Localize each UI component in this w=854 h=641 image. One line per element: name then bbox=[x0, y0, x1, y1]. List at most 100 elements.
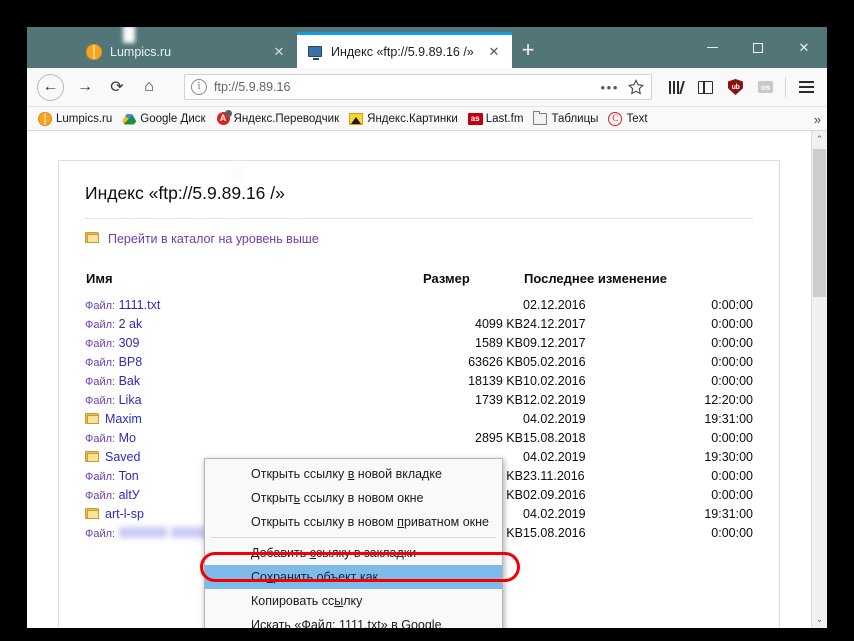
table-row: Файл: Lika1739 KB12.02.201912:20:00 bbox=[85, 390, 753, 409]
entry-kind-label: Файл: bbox=[85, 338, 115, 350]
entry-name-link[interactable]: Saved bbox=[105, 450, 140, 464]
context-menu-item[interactable]: Открыть ссылку в новой вкладке bbox=[205, 462, 502, 486]
entry-kind-label: Файл: bbox=[85, 490, 115, 502]
cell-name: Файл: 2 ak bbox=[85, 314, 422, 333]
page-actions-icon[interactable]: ••• bbox=[597, 80, 627, 95]
context-menu-item[interactable]: Искать «Файл: 1111.txt» в Google bbox=[205, 613, 502, 628]
bookmark-tablicy[interactable]: Таблицы bbox=[528, 109, 603, 129]
hamburger-icon[interactable] bbox=[792, 73, 821, 102]
bookmark-text[interactable]: C Text bbox=[603, 109, 652, 129]
redaction-blur bbox=[232, 162, 245, 181]
cell-name: Файл: 1111.txt bbox=[85, 295, 422, 314]
parent-directory-link[interactable]: Перейти в каталог на уровень выше bbox=[85, 231, 753, 246]
cell-time: 0:00:00 bbox=[652, 466, 753, 485]
bookmark-lumpics[interactable]: Lumpics.ru bbox=[33, 109, 117, 129]
entry-name-link[interactable]: Lika bbox=[119, 393, 142, 407]
folder-icon bbox=[533, 112, 547, 126]
cell-time: 0:00:00 bbox=[652, 352, 753, 371]
context-menu-label: Открыть ссылку в новом окне bbox=[251, 491, 492, 505]
screenshot-root: Lumpics.ru ✕ Индекс «ftp://5.9.89.16 /» … bbox=[0, 0, 854, 641]
address-bar[interactable]: i ftp://5.9.89.16 ••• bbox=[184, 74, 652, 100]
cell-time: 19:30:00 bbox=[652, 447, 753, 466]
context-menu-item[interactable]: Открыть ссылку в новом приватном окне bbox=[205, 510, 502, 534]
entry-name-link[interactable]: 2 ak bbox=[119, 317, 143, 331]
column-header-size[interactable]: Размер bbox=[422, 270, 523, 295]
scroll-up-icon[interactable]: ⌃ bbox=[812, 131, 827, 148]
entry-name-link[interactable]: Ton bbox=[119, 469, 139, 483]
bookmark-star-icon[interactable] bbox=[627, 78, 645, 96]
bookmark-label: Яндекс.Переводчик bbox=[234, 113, 340, 125]
bookmarks-overflow-icon[interactable]: » bbox=[814, 107, 821, 131]
tab-ftp-index[interactable]: Индекс «ftp://5.9.89.16 /» ✕ bbox=[297, 32, 512, 68]
column-header-modified[interactable]: Последнее изменение bbox=[523, 270, 753, 295]
folder-icon bbox=[85, 412, 100, 425]
bookmark-google-drive[interactable]: Google Диск bbox=[117, 109, 210, 129]
bookmark-lastfm[interactable]: Last.fm bbox=[463, 109, 529, 129]
cell-date: 05.02.2016 bbox=[523, 352, 652, 371]
bookmark-yandex-translate[interactable]: Яндекс.Переводчик bbox=[211, 109, 345, 129]
cell-name: Maxim bbox=[85, 409, 422, 428]
reload-icon[interactable]: ⟳ bbox=[102, 72, 132, 102]
table-row: Maxim04.02.201919:31:00 bbox=[85, 409, 753, 428]
cell-date: 23.11.2016 bbox=[523, 466, 652, 485]
close-window-button[interactable]: ✕ bbox=[781, 27, 827, 68]
scroll-down-icon[interactable]: ⌄ bbox=[812, 611, 827, 628]
context-menu-item[interactable]: Добавить ссылку в закладки bbox=[205, 541, 502, 565]
maximize-button[interactable] bbox=[735, 27, 781, 68]
ublock-shield-icon[interactable]: ub bbox=[721, 73, 750, 102]
window-controls: ✕ bbox=[689, 27, 827, 68]
minimize-button[interactable] bbox=[689, 27, 735, 68]
tab-lumpics[interactable]: Lumpics.ru ✕ bbox=[76, 35, 297, 68]
entry-name-link[interactable]: BP8 bbox=[119, 355, 143, 369]
context-menu-label: Добавить ссылку в закладки bbox=[251, 546, 492, 560]
url-text[interactable]: ftp://5.9.89.16 bbox=[214, 80, 597, 94]
cell-time: 0:00:00 bbox=[652, 314, 753, 333]
entry-name-link[interactable]: Maxim bbox=[105, 412, 142, 426]
close-icon[interactable]: ✕ bbox=[267, 40, 291, 64]
cell-size bbox=[422, 409, 523, 428]
bookmark-label: Google Диск bbox=[140, 113, 205, 125]
column-header-name[interactable]: Имя bbox=[85, 270, 422, 295]
library-icon[interactable] bbox=[661, 73, 690, 102]
entry-kind-label: Файл: bbox=[85, 357, 115, 369]
cell-time: 0:00:00 bbox=[652, 428, 753, 447]
cell-size: 4099 KB bbox=[422, 314, 523, 333]
new-tab-button[interactable]: + bbox=[512, 35, 544, 68]
table-row: Файл: Bak18139 KB10.02.20160:00:00 bbox=[85, 371, 753, 390]
bookmark-yandex-images[interactable]: Яндекс.Картинки bbox=[344, 109, 463, 129]
cell-date: 15.08.2018 bbox=[523, 428, 652, 447]
home-icon[interactable]: ⌂ bbox=[134, 72, 164, 102]
entry-name-link[interactable]: 1111.txt bbox=[119, 298, 161, 312]
redaction-blur bbox=[123, 27, 135, 43]
table-row: Файл: 2 ak4099 KB24.12.20170:00:00 bbox=[85, 314, 753, 333]
bookmarks-toolbar: Lumpics.ru Google Диск Яндекс.Переводчик… bbox=[27, 107, 827, 131]
orange-circle-icon bbox=[38, 112, 52, 126]
entry-name-link[interactable]: 309 bbox=[119, 336, 140, 350]
cell-size: 18139 KB bbox=[422, 371, 523, 390]
cell-size bbox=[422, 295, 523, 314]
entry-name-link[interactable]: art-l-sp bbox=[105, 507, 144, 521]
entry-kind-label: Файл: bbox=[85, 471, 115, 483]
cell-date: 04.02.2019 bbox=[523, 447, 652, 466]
lastfm-icon bbox=[468, 112, 482, 126]
scrollbar-thumb[interactable] bbox=[813, 149, 826, 297]
entry-name-link[interactable]: altУ bbox=[119, 488, 140, 502]
sidebar-icon[interactable] bbox=[691, 73, 720, 102]
back-icon[interactable]: ← bbox=[37, 74, 64, 101]
context-menu-item[interactable]: Сохранить объект как... bbox=[205, 565, 502, 589]
cell-name: Файл: Lika bbox=[85, 390, 422, 409]
tab-strip: Lumpics.ru ✕ Индекс «ftp://5.9.89.16 /» … bbox=[27, 27, 827, 68]
menu-separator bbox=[211, 537, 496, 538]
vertical-scrollbar[interactable]: ⌃ ⌄ bbox=[811, 131, 827, 628]
yandex-translate-icon bbox=[216, 112, 230, 126]
entry-name-link[interactable]: Bak bbox=[119, 374, 141, 388]
close-icon[interactable]: ✕ bbox=[482, 40, 506, 64]
page-info-icon[interactable]: i bbox=[191, 79, 207, 95]
context-menu-item[interactable]: Открыть ссылку в новом окне bbox=[205, 486, 502, 510]
os-extension-icon[interactable] bbox=[751, 73, 780, 102]
context-menu-item[interactable]: Копировать ссылку bbox=[205, 589, 502, 613]
forward-icon[interactable]: → bbox=[70, 72, 100, 102]
cell-date: 10.02.2016 bbox=[523, 371, 652, 390]
tabstrip-left-gap bbox=[27, 35, 76, 68]
entry-name-link[interactable]: Mo bbox=[119, 431, 136, 445]
